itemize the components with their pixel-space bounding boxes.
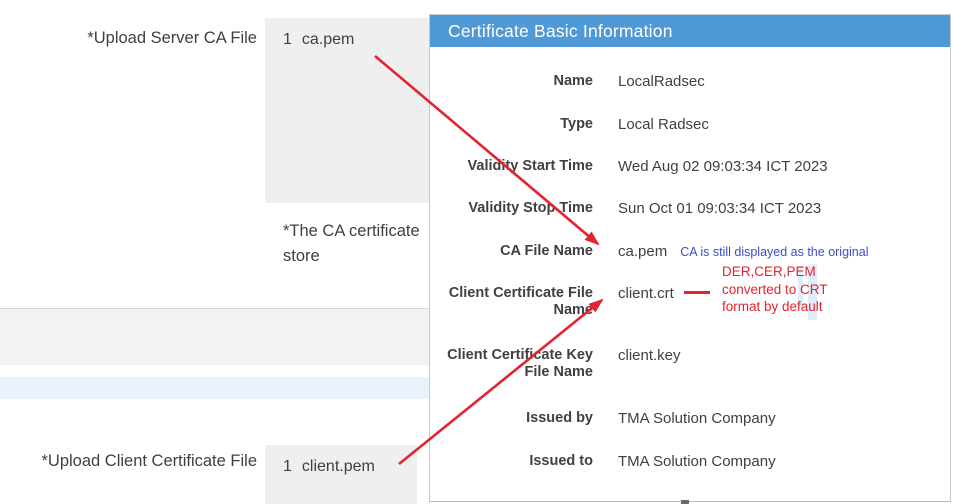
form-section-divider-blue [0, 377, 429, 399]
field-label-validity-stop: Validity Stop Time [430, 200, 593, 217]
field-value-client-cert-key: client.key [618, 347, 681, 364]
field-label-client-cert-key: Client Certificate Key File Name [430, 347, 593, 381]
ca-file-name-value: ca.pem [618, 243, 667, 260]
upload-client-cert-label: *Upload Client Certificate File [0, 452, 257, 471]
field-value-issued-to: TMA Solution Company [618, 453, 776, 470]
crt-conversion-note: DER,CER,PEM converted to CRT format by d… [722, 263, 828, 316]
server-ca-file-name: ca.pem [302, 31, 354, 49]
upload-client-cert-filebox[interactable]: 1 client.pem [265, 445, 417, 504]
client-cert-file-name: client.pem [302, 458, 375, 476]
field-label-name: Name [430, 73, 593, 90]
ca-certificate-store-note: *The CA certificate store [283, 219, 429, 281]
field-label-issued-by: Issued by [430, 410, 593, 427]
field-label-ca-file-name: CA File Name [430, 243, 593, 260]
client-cert-file-count: 1 [283, 458, 292, 476]
certificate-basic-information-panel: Certificate Basic Information Name Local… [429, 14, 951, 502]
field-value-name: LocalRadsec [618, 73, 705, 90]
server-ca-file-count: 1 [283, 31, 292, 49]
field-label-issued-to: Issued to [430, 453, 593, 470]
field-label-type: Type [430, 116, 593, 133]
upload-server-ca-filebox[interactable]: 1 ca.pem [265, 18, 429, 203]
panel-resize-handle[interactable] [681, 500, 689, 504]
panel-header: Certificate Basic Information [430, 15, 950, 47]
field-value-client-cert-file: client.crt [618, 285, 710, 302]
field-value-validity-start: Wed Aug 02 09:03:34 ICT 2023 [618, 158, 828, 175]
field-label-client-cert-file: Client Certificate File Name [430, 285, 593, 319]
ca-displayed-original-note: CA is still displayed as the original [680, 245, 868, 259]
field-value-type: Local Radsec [618, 116, 709, 133]
panel-title: Certificate Basic Information [448, 21, 673, 42]
field-value-issued-by: TMA Solution Company [618, 410, 776, 427]
annotation-dash [684, 291, 710, 294]
field-value-validity-stop: Sun Oct 01 09:03:34 ICT 2023 [618, 200, 821, 217]
client-cert-file-value: client.crt [618, 285, 674, 302]
field-label-validity-start: Validity Start Time [430, 158, 593, 175]
form-section-divider-gray [0, 308, 429, 365]
upload-server-ca-label: *Upload Server CA File [0, 29, 257, 48]
field-value-ca-file-name: ca.pem CA is still displayed as the origi… [618, 243, 869, 261]
